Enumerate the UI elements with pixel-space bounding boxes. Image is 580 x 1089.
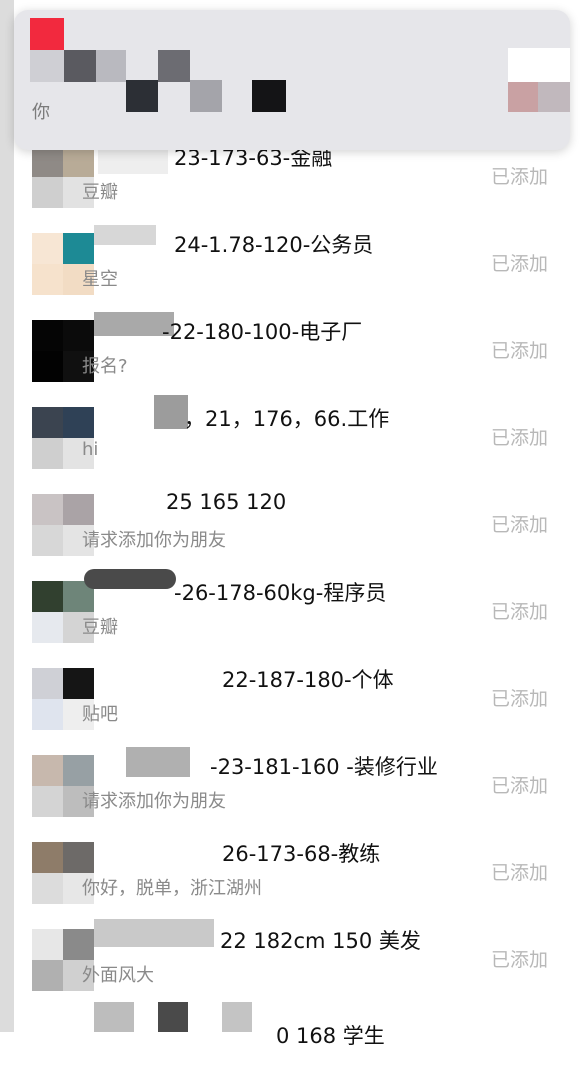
request-message: 请求添加你为朋友 (82, 791, 226, 812)
friend-request-row[interactable]: 0 168 学生 (14, 1002, 580, 1089)
banner-partial-text: 你 (32, 102, 50, 123)
contact-name: -22-180-100-电子厂 (162, 320, 363, 344)
redacted-name-mosaic (84, 569, 176, 589)
contact-name: 22-187-180-个体 (222, 668, 394, 692)
contact-name: 25 165 120 (166, 490, 287, 514)
contact-name: 22 182cm 150 美发 (220, 929, 421, 953)
added-status-button[interactable]: 已添加 (491, 684, 548, 711)
contact-name: -23-181-160 -装修行业 (210, 755, 438, 779)
friend-request-row[interactable]: -26-178-60kg-程序员 豆瓣 已添加 (14, 567, 580, 655)
added-status-button[interactable]: 已添加 (491, 336, 548, 363)
friend-request-row[interactable]: 22 182cm 150 美发 外面风大 已添加 (14, 915, 580, 1003)
friend-request-row[interactable]: ，21，176，66.工作 hi 已添加 (14, 393, 580, 481)
request-message: 豆瓣 (82, 182, 118, 203)
redacted-name-mosaic (126, 747, 190, 777)
contact-name: 0 168 学生 (276, 1024, 385, 1048)
redacted-name-mosaic (94, 1002, 134, 1032)
added-status-button[interactable]: 已添加 (491, 597, 548, 624)
friend-request-row[interactable]: 25 165 120 请求添加你为朋友 已添加 (14, 480, 580, 568)
left-edge-strip (0, 0, 14, 1032)
friend-request-row[interactable]: 22-187-180-个体 贴吧 已添加 (14, 654, 580, 742)
added-status-button[interactable]: 已添加 (491, 423, 548, 450)
request-message: 请求添加你为朋友 (82, 530, 226, 551)
friend-request-row[interactable]: 24-1.78-120-公务员 星空 已添加 (14, 219, 580, 307)
redacted-name-mosaic (94, 225, 156, 245)
friend-request-row[interactable]: -23-181-160 -装修行业 请求添加你为朋友 已添加 (14, 741, 580, 829)
request-message: 外面风大 (82, 965, 154, 986)
request-message: 你好，脱单，浙江湖州 (82, 878, 262, 899)
contact-name: 24-1.78-120-公务员 (174, 233, 374, 257)
request-message: 豆瓣 (82, 617, 118, 638)
redacted-name-mosaic (154, 395, 188, 429)
request-message: 报名? (82, 356, 128, 377)
contact-name: 26-173-68-教练 (222, 842, 381, 866)
request-message: 星空 (82, 269, 118, 290)
added-status-button[interactable]: 已添加 (491, 858, 548, 885)
added-status-button[interactable]: 已添加 (491, 945, 548, 972)
contact-name: ，21，176，66.工作 (184, 407, 390, 431)
redacted-name-mosaic (94, 919, 214, 947)
contact-name: -26-178-60kg-程序员 (174, 581, 387, 605)
app-icon (30, 18, 64, 50)
request-message: 贴吧 (82, 704, 118, 725)
redacted-name-mosaic (158, 1002, 188, 1032)
friend-request-row[interactable]: -22-180-100-电子厂 报名? 已添加 (14, 306, 580, 394)
friend-request-row[interactable]: 26-173-68-教练 你好，脱单，浙江湖州 已添加 (14, 828, 580, 916)
added-status-button[interactable]: 已添加 (491, 510, 548, 537)
redacted-name-mosaic (222, 1002, 252, 1032)
notification-banner[interactable]: 你 (14, 10, 570, 150)
request-message: hi (82, 439, 99, 460)
added-status-button[interactable]: 已添加 (491, 162, 548, 189)
added-status-button[interactable]: 已添加 (491, 249, 548, 276)
added-status-button[interactable]: 已添加 (491, 771, 548, 798)
